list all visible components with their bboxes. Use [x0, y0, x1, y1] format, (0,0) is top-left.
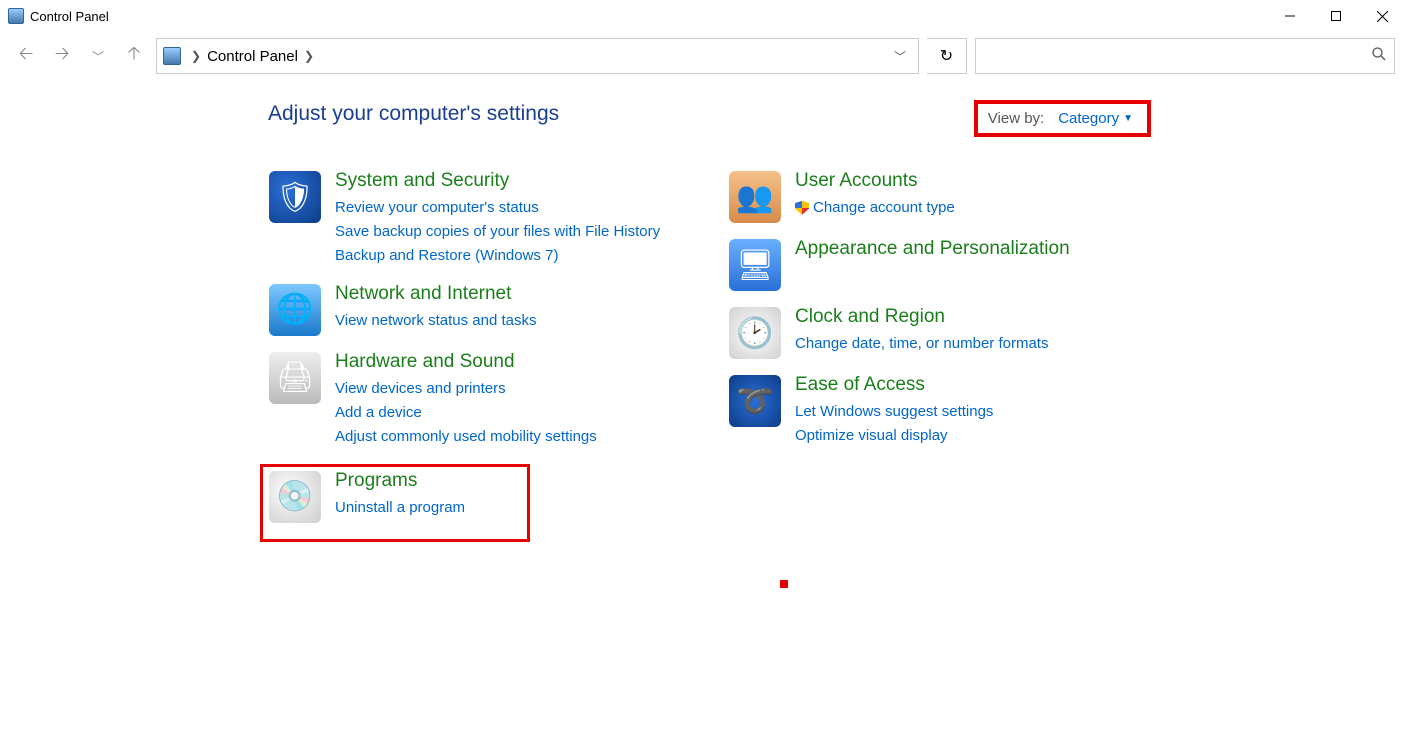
window-title: Control Panel: [30, 9, 109, 24]
category-title[interactable]: Hardware and Sound: [335, 352, 597, 373]
category-title[interactable]: System and Security: [335, 171, 660, 192]
maximize-button[interactable]: [1313, 1, 1359, 31]
titlebar: Control Panel: [0, 0, 1407, 32]
category-link[interactable]: Add a device: [335, 401, 597, 425]
view-by-label: View by:: [988, 110, 1044, 127]
category-title[interactable]: Clock and Region: [795, 307, 1048, 328]
category-title[interactable]: Network and Internet: [335, 284, 537, 305]
shield-icon: 🛡: [269, 171, 321, 223]
breadcrumb-separator: ❯: [185, 49, 207, 63]
category-network-internet: 🌐 Network and Internet View network stat…: [268, 283, 668, 337]
clock-icon: 🕑: [729, 307, 781, 359]
breadcrumb-item[interactable]: Control Panel: [207, 48, 298, 65]
search-icon: [1372, 47, 1386, 65]
category-link[interactable]: Uninstall a program: [335, 496, 465, 520]
nav-row: 🡠 🡢 ﹀ 🡡 ❯ Control Panel ❯ ﹀ ↻: [0, 32, 1407, 80]
breadcrumb-separator: ❯: [298, 49, 320, 63]
view-by-value[interactable]: Category ▼: [1058, 110, 1133, 127]
category-link[interactable]: Adjust commonly used mobility settings: [335, 425, 597, 449]
category-title[interactable]: User Accounts: [795, 171, 955, 192]
refresh-button[interactable]: ↻: [927, 38, 967, 74]
address-history-button[interactable]: ﹀: [882, 39, 918, 73]
search-input[interactable]: [984, 47, 1372, 65]
forward-button[interactable]: 🡢: [48, 42, 76, 70]
category-title[interactable]: Programs: [335, 471, 465, 492]
annotation-dot: [780, 580, 788, 588]
search-box[interactable]: [975, 38, 1395, 74]
category-link[interactable]: Let Windows suggest settings: [795, 400, 993, 424]
globe-icon: 🌐: [269, 284, 321, 336]
category-link[interactable]: Optimize visual display: [795, 424, 993, 448]
printer-icon: 🖨: [269, 352, 321, 404]
monitor-icon: 🖥: [729, 239, 781, 291]
category-link[interactable]: View devices and printers: [335, 377, 597, 401]
category-user-accounts: 👥 User Accounts Change account type: [728, 170, 1128, 224]
page-title: Adjust your computer's settings: [268, 102, 559, 126]
category-link[interactable]: Change date, time, or number formats: [795, 332, 1048, 356]
up-button[interactable]: 🡡: [120, 42, 148, 70]
app-icon: [8, 8, 24, 24]
category-clock-region: 🕑 Clock and Region Change date, time, or…: [728, 306, 1128, 360]
category-link[interactable]: Backup and Restore (Windows 7): [335, 244, 660, 268]
category-system-security: 🛡 System and Security Review your comput…: [268, 170, 668, 269]
minimize-button[interactable]: [1267, 1, 1313, 31]
category-appearance-personalization: 🖥 Appearance and Personalization: [728, 238, 1128, 292]
category-ease-of-access: ➰ Ease of Access Let Windows suggest set…: [728, 374, 1128, 449]
category-title[interactable]: Ease of Access: [795, 375, 993, 396]
address-bar[interactable]: ❯ Control Panel ❯ ﹀: [156, 38, 919, 74]
control-panel-icon: [163, 47, 181, 65]
view-by-selector[interactable]: View by: Category ▼: [974, 100, 1151, 137]
category-title[interactable]: Appearance and Personalization: [795, 239, 1070, 260]
disc-icon: 💿: [269, 471, 321, 523]
ease-of-access-icon: ➰: [729, 375, 781, 427]
back-button[interactable]: 🡠: [12, 42, 40, 70]
recent-locations-button[interactable]: ﹀: [84, 42, 112, 70]
category-link[interactable]: Review your computer's status: [335, 196, 660, 220]
users-icon: 👥: [729, 171, 781, 223]
close-button[interactable]: [1359, 1, 1405, 31]
category-link[interactable]: Change account type: [795, 196, 955, 220]
chevron-down-icon: ▼: [1123, 113, 1133, 124]
uac-shield-icon: [795, 201, 809, 215]
category-link[interactable]: View network status and tasks: [335, 309, 537, 333]
category-hardware-sound: 🖨 Hardware and Sound View devices and pr…: [268, 351, 668, 450]
category-programs: 💿 Programs Uninstall a program: [260, 464, 530, 542]
category-link[interactable]: Save backup copies of your files with Fi…: [335, 220, 660, 244]
